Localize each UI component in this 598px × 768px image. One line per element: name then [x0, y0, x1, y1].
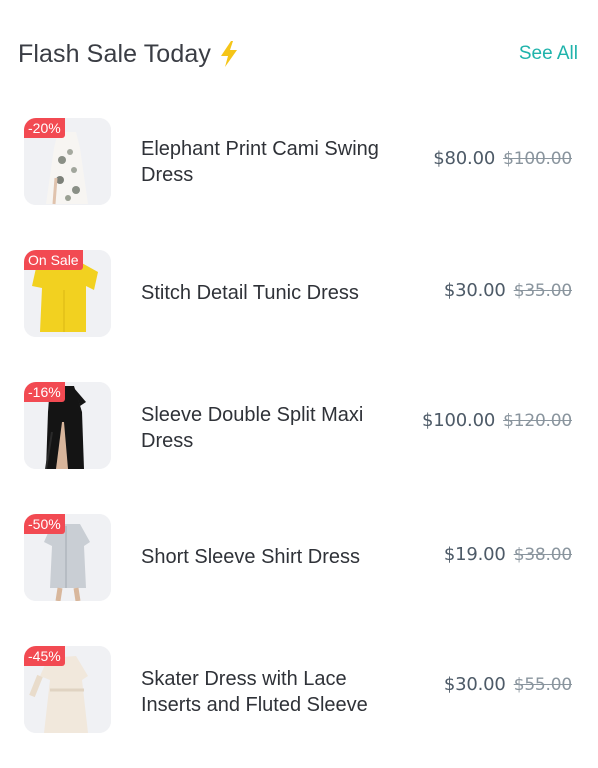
- price-group: $19.00 $38.00: [444, 544, 572, 565]
- discount-badge: -50%: [24, 514, 65, 534]
- price-group: $100.00 $120.00: [422, 410, 572, 431]
- sale-price: $19.00: [443, 544, 506, 565]
- section-title: Flash Sale Today: [18, 39, 211, 68]
- original-price: $100.00: [503, 149, 572, 169]
- sale-price: $30.00: [443, 674, 506, 695]
- product-thumbnail[interactable]: -16%: [24, 382, 111, 469]
- see-all-link[interactable]: See All: [519, 43, 578, 65]
- discount-badge: -20%: [24, 118, 65, 138]
- section-header: Flash Sale Today See All: [18, 34, 578, 74]
- price-group: $30.00 $35.00: [444, 280, 572, 301]
- original-price: $38.00: [513, 545, 572, 565]
- product-thumbnail[interactable]: -45%: [24, 646, 111, 733]
- product-row[interactable]: -45% Skater Dress with Lace Inserts and …: [0, 636, 598, 768]
- price-group: $30.00 $55.00: [444, 674, 572, 695]
- product-row[interactable]: -20% Elephant Print Cami Swing Dress $80…: [0, 108, 598, 240]
- sale-price: $30.00: [443, 280, 506, 301]
- title-wrap: Flash Sale Today: [18, 40, 241, 69]
- product-thumbnail[interactable]: -50%: [24, 514, 111, 601]
- product-thumbnail[interactable]: On Sale: [24, 250, 111, 337]
- discount-badge: -45%: [24, 646, 65, 666]
- product-name[interactable]: Stitch Detail Tunic Dress: [141, 280, 401, 306]
- product-list: -20% Elephant Print Cami Swing Dress $80…: [0, 108, 598, 733]
- lightning-bolt-icon: [220, 41, 237, 67]
- sale-badge: On Sale: [24, 250, 83, 270]
- product-name[interactable]: Sleeve Double Split Maxi Dress: [141, 402, 401, 454]
- original-price: $120.00: [503, 411, 572, 431]
- original-price: $35.00: [513, 281, 572, 301]
- product-row[interactable]: -50% Short Sleeve Shirt Dress $19.00 $38…: [0, 504, 598, 636]
- product-name[interactable]: Skater Dress with Lace Inserts and Flute…: [141, 666, 401, 718]
- sale-price: $80.00: [433, 148, 496, 169]
- price-group: $80.00 $100.00: [433, 148, 572, 169]
- discount-badge: -16%: [24, 382, 65, 402]
- product-name[interactable]: Elephant Print Cami Swing Dress: [141, 136, 401, 188]
- flash-sale-screen: Flash Sale Today See All -20% Elephant P…: [0, 0, 598, 768]
- sale-price: $100.00: [422, 410, 496, 431]
- product-row[interactable]: On Sale Stitch Detail Tunic Dress $30.00…: [0, 240, 598, 372]
- product-row[interactable]: -16% Sleeve Double Split Maxi Dress $100…: [0, 372, 598, 504]
- product-name[interactable]: Short Sleeve Shirt Dress: [141, 544, 401, 570]
- product-thumbnail[interactable]: -20%: [24, 118, 111, 205]
- original-price: $55.00: [513, 675, 572, 695]
